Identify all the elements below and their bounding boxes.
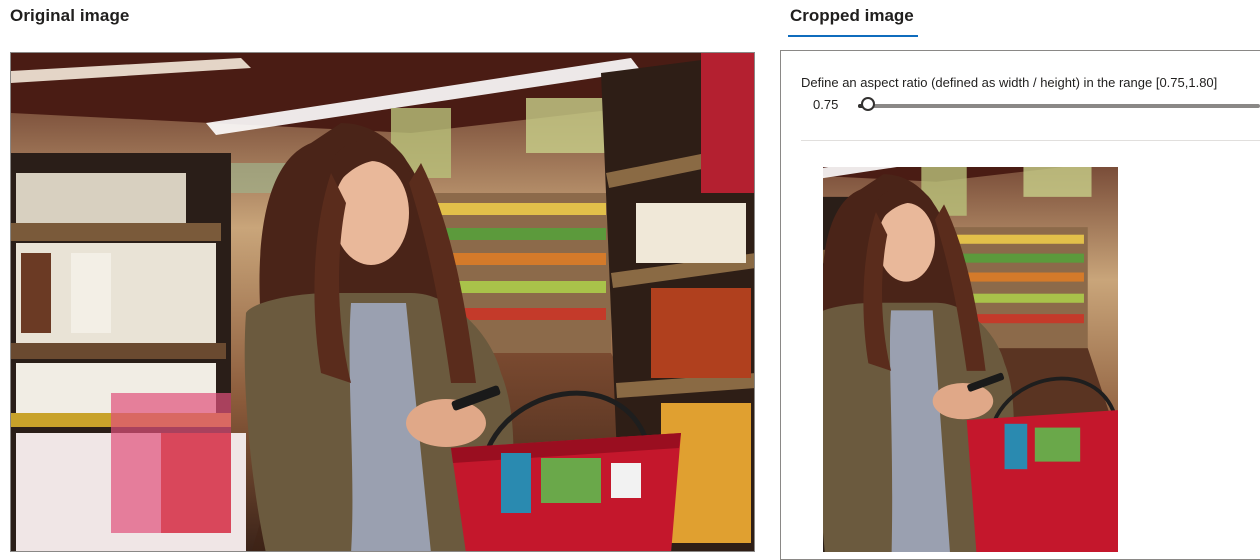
panel-divider (801, 140, 1260, 141)
original-image (10, 52, 755, 552)
grocery-scene-cropped (823, 167, 1118, 552)
tab-cropped-image[interactable]: Cropped image (790, 6, 914, 26)
aspect-ratio-slider-thumb[interactable] (861, 97, 875, 111)
aspect-ratio-label: Define an aspect ratio (defined as width… (801, 75, 1218, 90)
original-image-title: Original image (10, 6, 130, 25)
aspect-ratio-value: 0.75 (813, 97, 839, 112)
grocery-scene-original (11, 53, 754, 551)
aspect-ratio-slider-track[interactable] (858, 104, 1260, 108)
tab-selected-indicator (788, 35, 918, 37)
cropped-image (823, 167, 1118, 552)
